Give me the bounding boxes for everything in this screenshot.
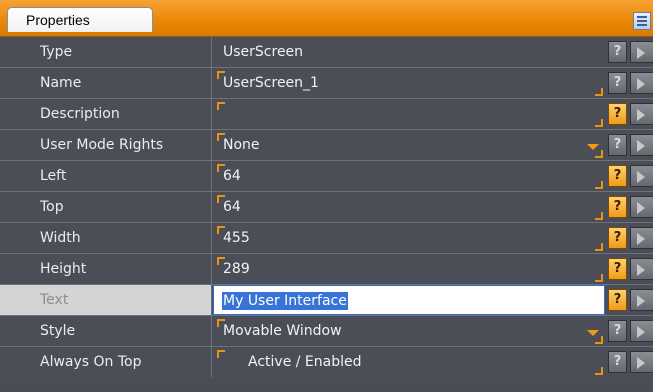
- style-select[interactable]: Movable Window: [213, 316, 605, 346]
- property-grid: Type UserScreen ? Name UserScreen_1 ? De…: [0, 37, 653, 378]
- width-field[interactable]: 455: [213, 223, 605, 253]
- properties-header: Properties: [0, 0, 653, 37]
- help-icon[interactable]: ?: [608, 196, 627, 218]
- list-view-icon[interactable]: [633, 12, 651, 30]
- top-field[interactable]: 64: [213, 192, 605, 222]
- property-row-width: Width 455 ?: [0, 223, 653, 254]
- property-row-description: Description ?: [0, 99, 653, 130]
- property-label: Type: [0, 37, 212, 67]
- description-field[interactable]: [213, 99, 605, 129]
- property-label: Height: [0, 254, 212, 284]
- checkbox-icon[interactable]: [223, 355, 236, 368]
- chevron-down-icon[interactable]: [587, 144, 599, 150]
- property-row-left: Left 64 ?: [0, 161, 653, 192]
- property-label: Top: [0, 192, 212, 222]
- help-icon[interactable]: ?: [608, 227, 627, 249]
- always-on-top-toggle[interactable]: Active / Enabled: [213, 347, 605, 377]
- property-row-text: Text My User Interface ?: [0, 285, 653, 316]
- property-row-type: Type UserScreen ?: [0, 37, 653, 68]
- expand-arrow-icon[interactable]: [630, 320, 653, 342]
- left-field[interactable]: 64: [213, 161, 605, 191]
- expand-arrow-icon[interactable]: [630, 103, 653, 125]
- expand-arrow-icon[interactable]: [630, 134, 653, 156]
- text-field[interactable]: My User Interface: [213, 285, 605, 315]
- property-label: Style: [0, 316, 212, 346]
- help-icon[interactable]: ?: [608, 134, 627, 156]
- selected-text: My User Interface: [222, 292, 348, 310]
- tab-properties[interactable]: Properties: [7, 7, 153, 32]
- property-row-top: Top 64 ?: [0, 192, 653, 223]
- expand-arrow-icon[interactable]: [630, 41, 653, 63]
- property-label: User Mode Rights: [0, 130, 212, 160]
- selected-value: None: [223, 137, 260, 153]
- expand-arrow-icon[interactable]: [630, 289, 653, 311]
- help-icon[interactable]: ?: [608, 41, 627, 63]
- checkbox-label: Active / Enabled: [248, 354, 362, 370]
- chevron-down-icon[interactable]: [587, 330, 599, 336]
- help-icon[interactable]: ?: [608, 103, 627, 125]
- property-row-always-on-top: Always On Top Active / Enabled ?: [0, 347, 653, 378]
- help-icon[interactable]: ?: [608, 258, 627, 280]
- property-value-type: UserScreen: [223, 44, 304, 60]
- help-icon[interactable]: ?: [608, 165, 627, 187]
- user-mode-rights-select[interactable]: None: [213, 130, 605, 160]
- expand-arrow-icon[interactable]: [630, 227, 653, 249]
- expand-arrow-icon[interactable]: [630, 165, 653, 187]
- expand-arrow-icon[interactable]: [630, 258, 653, 280]
- name-field[interactable]: UserScreen_1: [213, 68, 605, 98]
- property-label: Name: [0, 68, 212, 98]
- expand-arrow-icon[interactable]: [630, 196, 653, 218]
- property-label: Left: [0, 161, 212, 191]
- selected-value: Movable Window: [223, 323, 342, 339]
- expand-arrow-icon[interactable]: [630, 72, 653, 94]
- help-icon[interactable]: ?: [608, 320, 627, 342]
- property-label: Always On Top: [0, 347, 212, 377]
- property-label: Width: [0, 223, 212, 253]
- expand-arrow-icon[interactable]: [630, 351, 653, 373]
- property-label: Description: [0, 99, 212, 129]
- property-row-name: Name UserScreen_1 ?: [0, 68, 653, 99]
- help-icon[interactable]: ?: [608, 72, 627, 94]
- property-label: Text: [0, 285, 212, 315]
- property-row-style: Style Movable Window ?: [0, 316, 653, 347]
- help-icon[interactable]: ?: [608, 351, 627, 373]
- help-icon[interactable]: ?: [608, 289, 627, 311]
- property-row-height: Height 289 ?: [0, 254, 653, 285]
- height-field[interactable]: 289: [213, 254, 605, 284]
- property-row-user-mode-rights: User Mode Rights None ?: [0, 130, 653, 161]
